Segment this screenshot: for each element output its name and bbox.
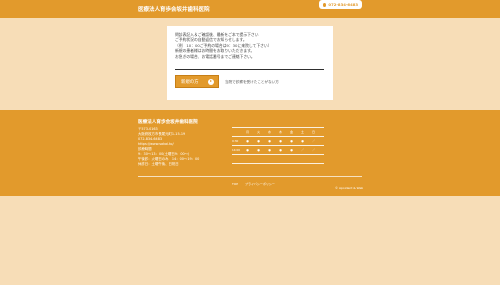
mark-cell: ● (290, 139, 293, 143)
message-card: 問診表記入＆ご確認後、最新をご本で提示下さい ご予約状況の自動返信でお知らせしま… (167, 26, 333, 100)
day-cell: 金 (289, 130, 293, 134)
mark-cell: ● (257, 139, 260, 143)
day-cell: 月 (245, 130, 249, 134)
mark-cell: ● (246, 148, 249, 152)
clinic-name[interactable]: 医療法人育歩会坂井歯科医院 (138, 5, 210, 13)
hours-row (232, 155, 324, 164)
phone-icon (323, 2, 327, 7)
day-cell: 木 (278, 130, 282, 134)
phone-button[interactable]: 072-834-6483 (319, 0, 362, 9)
mark-cell: ● (279, 139, 282, 143)
day-cell: 火 (256, 130, 260, 134)
new-patient-button-label: 新規の方 (181, 79, 199, 85)
mark-cell: ／ (311, 148, 315, 152)
divider (175, 69, 324, 70)
mark-cell: ● (257, 148, 260, 152)
footer-links: TOP プライバシーポリシー (232, 182, 281, 186)
message-text: 問診表記入＆ご確認後、最新をご本で提示下さい ご予約状況の自動返信でお知らせしま… (175, 32, 325, 59)
footer-link-privacy[interactable]: プライバシーポリシー (245, 182, 275, 186)
footer-clinic-name: 医療法人育歩会坂井歯科医院 (138, 120, 198, 125)
hours-row: 14:00 ● ● ● ● ● ／ ／ (232, 146, 324, 155)
mark-cell: ● (301, 139, 304, 143)
footer-info: 〒573-0163 大阪府枚方市長尾元町1-15-19 072-834-6483… (138, 127, 238, 167)
footer-divider (138, 176, 362, 177)
message-line: お急ぎの場合、お電話番号までご連絡下さい。 (175, 53, 255, 59)
hours-table: 月 火 水 木 金 土 日 9:30 ● ● ● ● ● ● ／ 14:00 ●… (232, 127, 324, 164)
copyright: © Apoident & Web (335, 186, 364, 190)
new-patient-button[interactable]: 新規の方 (175, 75, 219, 88)
mark-cell: ／ (300, 148, 304, 152)
mark-cell: ● (279, 148, 282, 152)
footer-info-line: 休診日：土曜午後、日祝日 (138, 162, 179, 166)
phone-number: 072-834-6483 (328, 2, 358, 7)
hours-label: 14:00 (232, 148, 241, 152)
new-patient-note: 当院で診察を受けたことがない方 (225, 80, 279, 84)
footer-link-top[interactable]: TOP (232, 182, 238, 186)
arrow-right-icon (208, 78, 214, 85)
day-cell: 日 (311, 130, 315, 134)
footer: 医療法人育歩会坂井歯科医院 〒573-0163 大阪府枚方市長尾元町1-15-1… (0, 110, 500, 196)
mark-cell: ／ (311, 139, 315, 143)
mark-cell: ● (246, 139, 249, 143)
mark-cell: ● (268, 148, 271, 152)
hours-header-row: 月 火 水 木 金 土 日 (232, 127, 324, 137)
mark-cell: ● (268, 139, 271, 143)
mark-cell: ● (290, 148, 293, 152)
header-bar: 医療法人育歩会坂井歯科医院 072-834-6483 (0, 0, 500, 18)
hours-label: 9:30 (232, 139, 239, 143)
hours-row: 9:30 ● ● ● ● ● ● ／ (232, 137, 324, 146)
day-cell: 土 (300, 130, 304, 134)
day-cell: 水 (267, 130, 271, 134)
